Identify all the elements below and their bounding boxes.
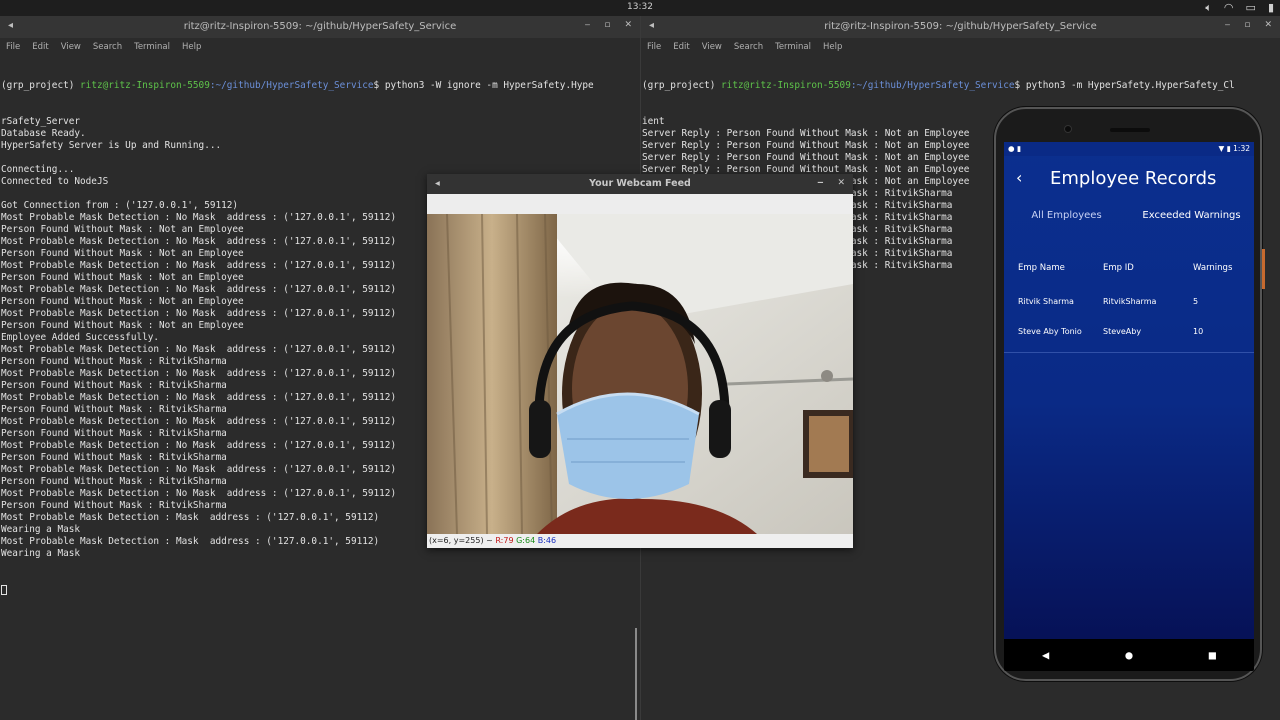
menu-view[interactable]: View	[61, 42, 81, 54]
menu-help[interactable]: Help	[182, 42, 201, 54]
terminal-title: ritz@ritz-Inspiron-5509: ~/github/HyperS…	[183, 21, 457, 32]
menu-help[interactable]: Help	[823, 42, 842, 54]
minimize-icon[interactable]: ‒	[1225, 20, 1231, 30]
back-icon[interactable]: ◀	[1042, 648, 1049, 662]
recents-icon[interactable]: ■	[1209, 648, 1216, 662]
cell-emp-id: SteveAby	[1103, 326, 1142, 336]
webcam-titlebar[interactable]: ◂ Your Webcam Feed ‒ ✕	[427, 174, 853, 194]
records-table: Emp Name Emp ID Warnings Ritvik Sharma R…	[1004, 250, 1254, 353]
phone-speaker	[1110, 128, 1150, 132]
cell-emp-name: Ritvik Sharma	[1018, 296, 1074, 306]
menu-terminal[interactable]: Terminal	[134, 42, 170, 54]
table-row[interactable]: Steve Aby Tonio SteveAby 10	[1004, 316, 1254, 346]
terminal-menubar: File Edit View Search Terminal Help	[641, 38, 1280, 54]
table-header: Emp Name Emp ID Warnings	[1004, 250, 1254, 286]
page-title: Employee Records	[1050, 168, 1217, 189]
battery-icon: ▮	[1226, 144, 1231, 153]
terminal-title: ritz@ritz-Inspiron-5509: ~/github/HyperS…	[824, 21, 1097, 32]
column-header-emp-name: Emp Name	[1018, 263, 1065, 273]
wifi-icon: ▼	[1218, 144, 1225, 153]
terminal-cursor-line	[1, 584, 640, 596]
pixel-blue-value: B:46	[537, 536, 557, 545]
terminal-line: Database Ready.	[1, 128, 86, 139]
tab-all-employees[interactable]: All Employees	[1004, 196, 1129, 236]
terminal-line: HyperSafety Server is Up and Running...	[1, 140, 222, 151]
terminal-titlebar[interactable]: ◂ ritz@ritz-Inspiron-5509: ~/github/Hype…	[0, 16, 640, 38]
phone-camera	[1064, 125, 1072, 133]
menu-file[interactable]: File	[647, 42, 661, 54]
cell-warnings: 10	[1193, 326, 1204, 336]
maximize-icon[interactable]: ▫	[604, 20, 610, 30]
notification-icons: ● ▮	[1008, 144, 1022, 153]
webcam-window[interactable]: ◂ Your Webcam Feed ‒ ✕ (x=6, y=255) ~ R:…	[427, 174, 853, 548]
system-top-bar: 13:32 🔈︎ ◠ ▭ ▮	[0, 0, 1280, 16]
webcam-frame-illustration	[427, 214, 853, 534]
table-row[interactable]: Ritvik Sharma RitvikSharma 5	[1004, 286, 1254, 316]
menu-file[interactable]: File	[6, 42, 20, 54]
scrollbar[interactable]	[635, 628, 637, 720]
app-bar: ‹ Employee Records	[1004, 156, 1254, 196]
phone-emulator: ● ▮ ▼ ▮ 1:32 ‹ Employee Records All Empl…	[994, 107, 1265, 681]
minimize-icon[interactable]: ‒	[585, 20, 591, 30]
close-icon[interactable]: ✕	[1264, 20, 1272, 30]
webcam-title: Your Webcam Feed	[589, 178, 691, 189]
android-status-bar: ● ▮ ▼ ▮ 1:32	[1004, 142, 1254, 156]
tab-exceeded-warnings[interactable]: Exceeded Warnings	[1129, 196, 1254, 236]
menu-view[interactable]: View	[702, 42, 722, 54]
webcam-toolbar	[427, 194, 853, 214]
back-arrow-icon[interactable]: ‹	[1016, 168, 1022, 187]
system-tray: 🔈︎ ◠ ▭ ▮	[1205, 1, 1274, 15]
column-header-warnings: Warnings	[1193, 263, 1233, 273]
cell-warnings: 5	[1193, 296, 1199, 306]
phone-status-time: 1:32	[1233, 144, 1250, 153]
maximize-icon[interactable]: ▫	[1244, 20, 1250, 30]
menu-edit[interactable]: Edit	[673, 42, 689, 54]
android-nav-bar: ◀ ● ■	[1004, 639, 1254, 671]
column-header-emp-id: Emp ID	[1103, 263, 1134, 273]
cell-emp-id: RitvikSharma	[1103, 296, 1157, 306]
minimize-icon[interactable]: ‒	[817, 178, 823, 188]
terminal-prompt-line: (grp_project) ritz@ritz-Inspiron-5509:~/…	[1, 80, 594, 91]
system-clock: 13:32	[627, 2, 653, 12]
terminal-line: rSafety_Server	[1, 116, 81, 127]
terminal-line: Wearing a Mask	[1, 548, 81, 559]
close-icon[interactable]: ✕	[837, 178, 845, 188]
terminal-menubar: File Edit View Search Terminal Help	[0, 38, 640, 54]
text-cursor	[1, 584, 7, 595]
volume-icon[interactable]: 🔈︎	[1205, 1, 1212, 15]
menu-search[interactable]: Search	[734, 42, 763, 54]
terminal-prompt-line: (grp_project) ritz@ritz-Inspiron-5509:~/…	[642, 80, 1235, 91]
pixel-green-value: G:64	[516, 536, 536, 545]
home-icon[interactable]: ●	[1125, 648, 1132, 662]
terminal-titlebar[interactable]: ◂ ritz@ritz-Inspiron-5509: ~/github/Hype…	[641, 16, 1280, 38]
cursor-coordinates: (x=6, y=255) ~	[429, 536, 496, 545]
menu-edit[interactable]: Edit	[32, 42, 48, 54]
battery-icon[interactable]: ▮	[1268, 1, 1274, 15]
cell-emp-name: Steve Aby Tonio	[1018, 326, 1082, 336]
webcam-status-bar: (x=6, y=255) ~ R:79 G:64 B:46	[427, 534, 853, 548]
close-icon[interactable]: ✕	[624, 20, 632, 30]
phone-side-button[interactable]	[1262, 249, 1265, 289]
phone-screen[interactable]: ● ▮ ▼ ▮ 1:32 ‹ Employee Records All Empl…	[1004, 142, 1254, 668]
menu-terminal[interactable]: Terminal	[775, 42, 811, 54]
menu-search[interactable]: Search	[93, 42, 122, 54]
table-divider	[1004, 352, 1254, 353]
printer-icon[interactable]: ▭	[1246, 1, 1256, 15]
wifi-icon[interactable]: ◠	[1224, 1, 1234, 15]
tab-bar: All Employees Exceeded Warnings	[1004, 196, 1254, 236]
pixel-red-value: R:79	[495, 536, 514, 545]
webcam-feed-image[interactable]	[427, 214, 853, 534]
